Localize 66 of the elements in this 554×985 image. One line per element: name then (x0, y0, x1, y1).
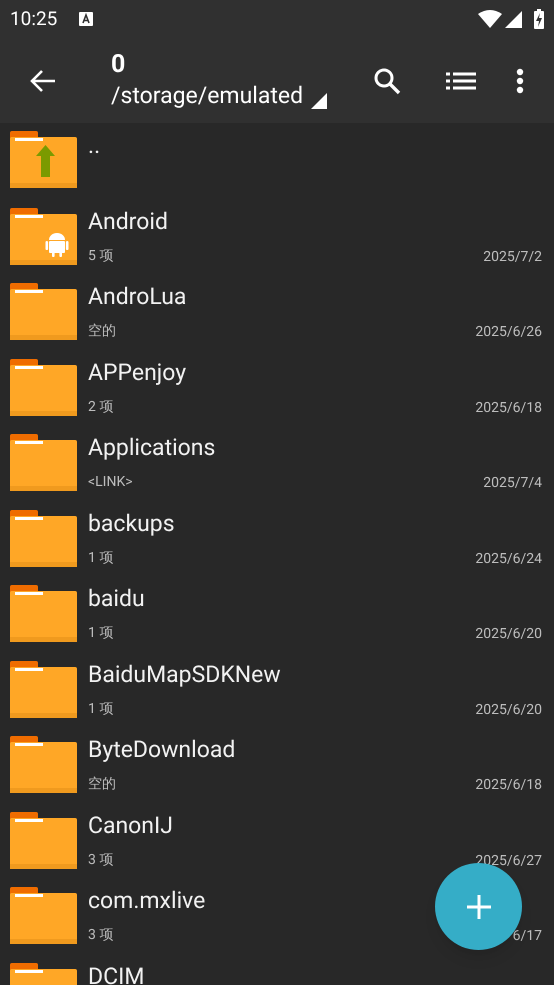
dropdown-triangle-icon (311, 93, 328, 109)
folder-icon (10, 358, 77, 416)
plus-icon (466, 894, 490, 918)
modified-date: 2025/6/18 (475, 398, 542, 416)
folder-name: Android (88, 206, 168, 236)
folder-icon (10, 736, 77, 793)
folder-name: com.mxlive (88, 886, 206, 916)
back-arrow-icon (30, 68, 56, 92)
item-info: 1 项 (88, 624, 114, 642)
toolbar-title: 0 (111, 50, 126, 80)
modified-date: 2025/6/20 (475, 625, 542, 643)
folder-icon (10, 283, 77, 340)
modified-date: 2025/6/18 (475, 776, 542, 794)
folder-row[interactable]: DCIM (0, 954, 554, 985)
modified-date: 2025/7/4 (483, 474, 542, 492)
folder-row[interactable]: BaiduMapSDKNew 1 项 2025/6/20 (0, 652, 554, 727)
item-info: 1 项 (88, 548, 114, 566)
list-icon (446, 72, 476, 90)
path-dropdown[interactable]: /storage/emulated (111, 81, 351, 111)
item-info: 5 项 (88, 246, 114, 264)
folder-icon (10, 434, 77, 491)
folder-row[interactable]: Applications <LINK> 2025/7/4 (0, 425, 554, 500)
android-folder-icon (10, 208, 77, 264)
folder-icon (10, 660, 77, 718)
item-info: 3 项 (88, 850, 114, 868)
more-icon (516, 68, 524, 94)
folder-name: CanonIJ (88, 810, 173, 840)
item-info: 1 项 (88, 700, 114, 718)
item-info: 空的 (88, 322, 116, 340)
item-info: <LINK> (88, 473, 133, 491)
folder-icon (10, 585, 77, 642)
folder-icon (10, 887, 77, 944)
folder-row[interactable]: baidu 1 项 2025/6/20 (0, 576, 554, 652)
modified-date: 2025/7/2 (483, 248, 542, 266)
item-info: 2 项 (88, 398, 114, 416)
item-info: 空的 (88, 775, 116, 793)
folder-name: .. (88, 131, 100, 161)
folder-name: DCIM (88, 962, 144, 985)
modified-date: 2025/6/26 (475, 323, 542, 341)
folder-name: Applications (88, 433, 216, 463)
parent-folder-icon (10, 131, 77, 188)
folder-row[interactable]: APPenjoy 2 项 2025/6/18 (0, 350, 554, 425)
wifi-icon (478, 10, 502, 28)
modified-date: 6/17 (512, 927, 542, 945)
folder-name: AndroLua (88, 282, 186, 312)
battery-icon (534, 9, 544, 29)
folder-name: baidu (88, 584, 145, 614)
folder-name: backups (88, 508, 175, 538)
folder-row[interactable]: com.mxlive 3 项 6/17 (0, 878, 554, 954)
folder-row[interactable]: AndroLua 空的 2025/6/26 (0, 274, 554, 350)
modified-date: 2025/6/20 (475, 700, 542, 718)
folder-row[interactable]: backups 1 项 2025/6/24 (0, 500, 554, 576)
folder-row[interactable]: Android 5 项 2025/7/2 (0, 198, 554, 274)
search-icon (373, 66, 401, 94)
folder-name: BaiduMapSDKNew (88, 660, 281, 690)
folder-row[interactable]: .. (0, 123, 554, 198)
folder-icon (10, 812, 77, 868)
folder-name: APPenjoy (88, 358, 186, 388)
modified-date: 2025/6/24 (475, 550, 542, 568)
status-time: 10:25 (10, 6, 58, 32)
folder-row[interactable]: ByteDownload 空的 2025/6/18 (0, 727, 554, 802)
folder-name: ByteDownload (88, 735, 236, 765)
signal-icon (505, 10, 522, 28)
folder-icon (10, 510, 77, 566)
item-info: 3 项 (88, 926, 114, 944)
keyboard-icon (79, 12, 94, 26)
